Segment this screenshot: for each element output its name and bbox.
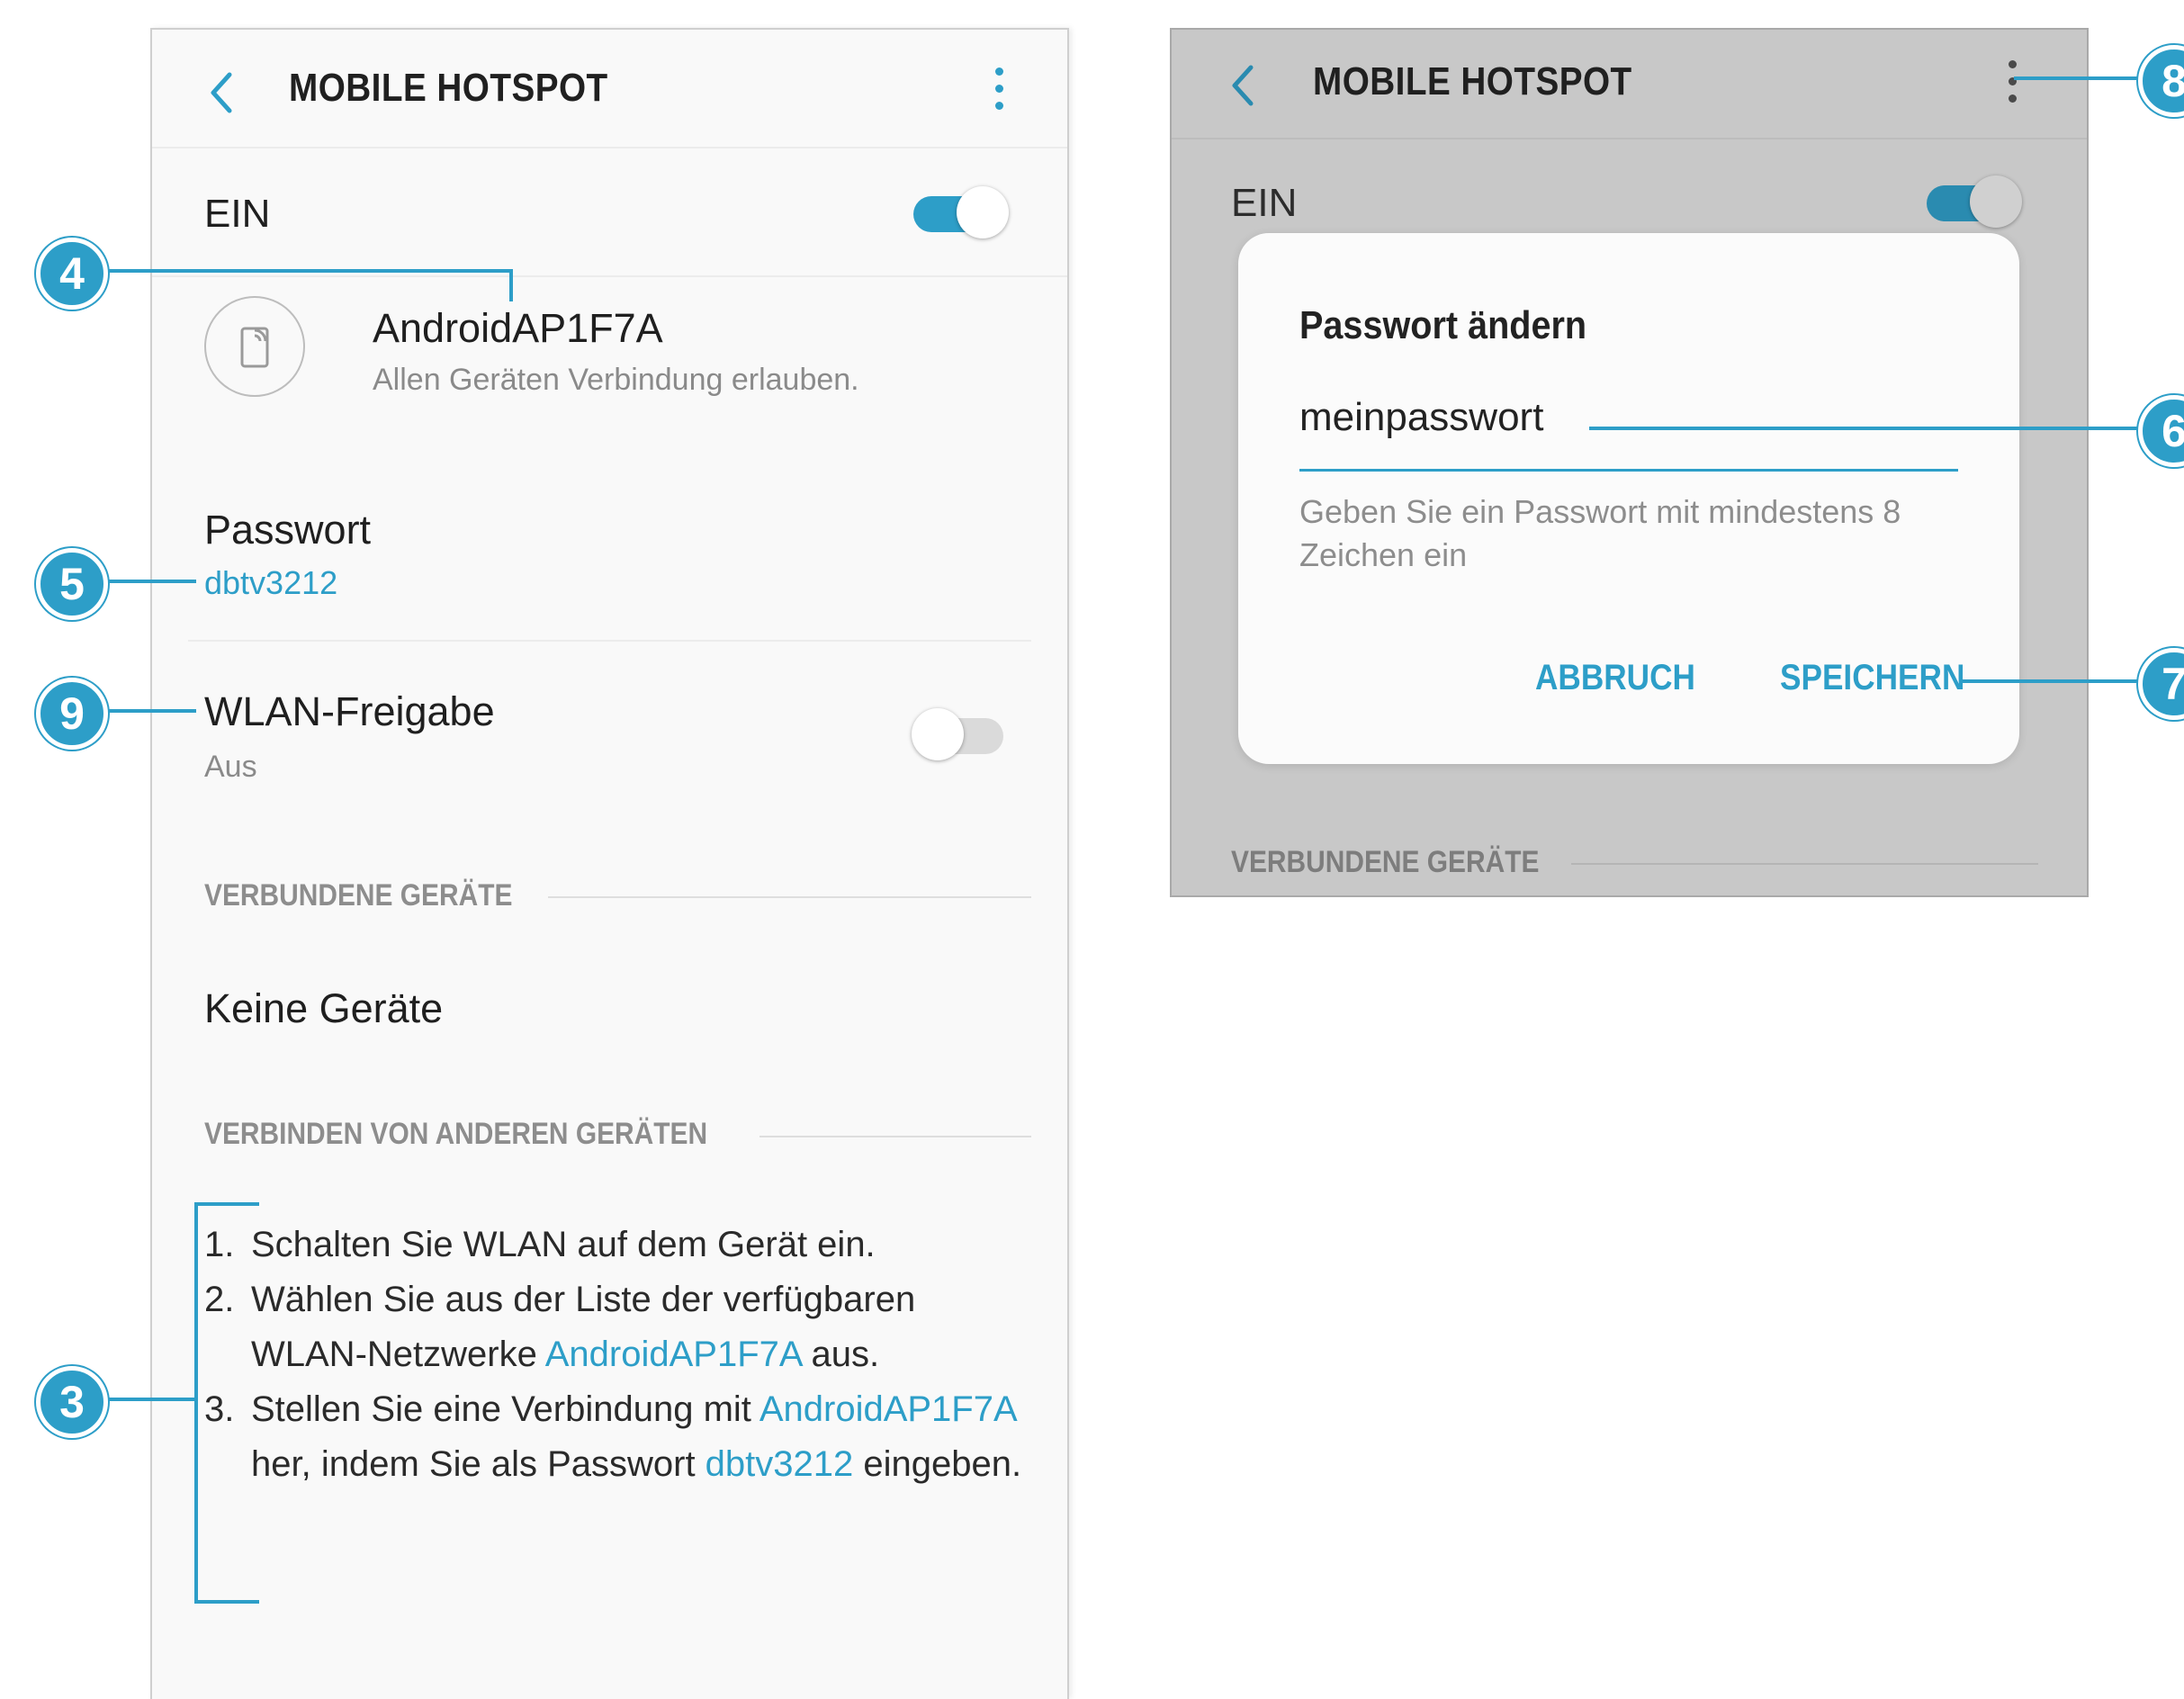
list-item: 3. Stellen Sie eine Verbindung mit Andro… (204, 1389, 1022, 1484)
network-link: AndroidAP1F7A (544, 1335, 802, 1374)
divider (188, 640, 1031, 642)
callout-line (99, 1398, 196, 1401)
instructions-list: 1. Schalten Sie WLAN auf dem Gerät ein. … (204, 1218, 1041, 1492)
callout-line (1962, 679, 2149, 683)
password-input[interactable]: meinpasswort (1299, 395, 1543, 440)
more-options-icon[interactable] (2006, 60, 2018, 109)
callout-badge-6: 6 (2138, 395, 2184, 467)
wlan-share-status: Aus (204, 750, 257, 784)
input-underline (1299, 469, 1958, 472)
master-switch-toggle (1925, 174, 2024, 231)
back-arrow-icon (1232, 65, 1254, 106)
network-link: AndroidAP1F7A (759, 1389, 1016, 1429)
callout-badge-5: 5 (36, 548, 108, 620)
connected-devices-heading: VERBUNDENE GERÄTE (204, 878, 513, 912)
master-switch-label: EIN (1231, 181, 1298, 225)
callout-line (1589, 427, 2149, 430)
password-value[interactable]: dbtv3212 (204, 564, 337, 602)
app-bar: MOBILE HOTSPOT (152, 30, 1067, 147)
wlan-share-label[interactable]: WLAN-Freigabe (204, 688, 495, 735)
wlan-share-toggle[interactable] (912, 706, 1011, 764)
network-name[interactable]: AndroidAP1F7A (373, 305, 663, 352)
callout-badge-8: 8 (2138, 45, 2184, 117)
callout-badge-7: 7 (2138, 648, 2184, 720)
password-link: dbtv3212 (705, 1444, 854, 1484)
no-devices-text: Keine Geräte (204, 985, 444, 1031)
list-item: 1. Schalten Sie WLAN auf dem Gerät ein. (204, 1225, 876, 1264)
callout-line (99, 269, 513, 273)
more-options-icon[interactable] (993, 67, 1005, 116)
divider (152, 275, 1067, 277)
master-switch-toggle[interactable] (912, 184, 1011, 242)
page-title: MOBILE HOTSPOT (289, 66, 608, 110)
list-item: 2. Wählen Sie aus der Liste der verfügba… (204, 1280, 916, 1374)
divider (152, 147, 1067, 148)
callout-badge-9: 9 (36, 678, 108, 750)
password-label[interactable]: Passwort (204, 507, 371, 553)
callout-line (99, 709, 196, 713)
cancel-button[interactable]: ABBRUCH (1535, 658, 1695, 698)
page-title: MOBILE HOTSPOT (1313, 59, 1632, 103)
callout-bracket (194, 1202, 198, 1604)
callout-badge-3: 3 (36, 1366, 108, 1438)
divider (1172, 138, 2087, 139)
callout-line (509, 269, 513, 301)
callout-badge-4: 4 (36, 238, 108, 310)
connected-devices-heading: VERBUNDENE GERÄTE (1231, 845, 1540, 879)
callout-line (99, 580, 196, 583)
change-password-dialog: Passwort ändern meinpasswort Geben Sie e… (1238, 233, 2019, 764)
callout-bracket (194, 1600, 259, 1604)
callout-line (2014, 76, 2149, 80)
hotspot-device-icon (204, 296, 305, 397)
section-divider (1571, 863, 2038, 865)
back-arrow-icon[interactable] (204, 66, 240, 120)
right-phone-screen: MOBILE HOTSPOT EIN VERBUNDENE GERÄTE Pas… (1170, 28, 2089, 897)
network-subtitle: Allen Geräten Verbindung erlauben. (373, 363, 859, 397)
left-phone-screen: MOBILE HOTSPOT EIN AndroidAP1F7A Allen G… (150, 28, 1069, 1699)
connect-other-devices-heading: VERBINDEN VON ANDEREN GERÄTEN (204, 1117, 708, 1151)
section-divider (759, 1136, 1031, 1137)
save-button[interactable]: SPEICHERN (1780, 658, 1964, 698)
callout-bracket (194, 1202, 259, 1206)
dialog-title: Passwort ändern (1299, 303, 1587, 347)
password-hint: Geben Sie ein Passwort mit mindestens 8 … (1299, 493, 1901, 573)
master-switch-label: EIN (204, 192, 271, 236)
section-divider (548, 896, 1031, 898)
